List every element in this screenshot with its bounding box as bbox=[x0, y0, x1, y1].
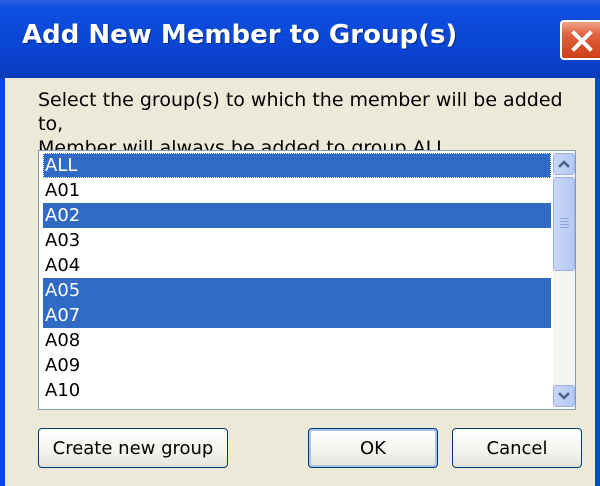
group-list-item[interactable]: A05 bbox=[43, 278, 551, 303]
title-bar[interactable]: Add New Member to Group(s) bbox=[0, 0, 600, 78]
scroll-down-button[interactable] bbox=[553, 385, 575, 407]
chevron-up-icon bbox=[558, 160, 570, 168]
scroll-thumb[interactable] bbox=[553, 177, 575, 271]
close-button[interactable] bbox=[560, 20, 600, 60]
group-list-item[interactable]: A10 bbox=[43, 378, 551, 403]
cancel-button[interactable]: Cancel bbox=[452, 428, 582, 468]
group-list-item[interactable]: A03 bbox=[43, 228, 551, 253]
group-list-item[interactable]: A04 bbox=[43, 253, 551, 278]
group-list-item[interactable]: A09 bbox=[43, 353, 551, 378]
close-icon bbox=[571, 30, 593, 52]
group-list-item[interactable]: A08 bbox=[43, 328, 551, 353]
thumb-grip-line bbox=[560, 227, 569, 228]
thumb-grip-line bbox=[560, 218, 569, 219]
window-border-right bbox=[595, 78, 600, 486]
group-list[interactable]: ALL A01 A02 A03 A04 A05 A07 A08 A09 A10 bbox=[43, 153, 551, 403]
group-list-item[interactable]: A01 bbox=[43, 178, 551, 203]
create-new-group-button[interactable]: Create new group bbox=[38, 428, 228, 468]
group-listbox[interactable]: ALL A01 A02 A03 A04 A05 A07 A08 A09 A10 bbox=[38, 150, 576, 410]
chevron-down-icon bbox=[558, 392, 570, 400]
instruction-line-1: Select the group(s) to which the member … bbox=[38, 89, 563, 135]
vertical-scrollbar[interactable] bbox=[553, 153, 575, 407]
group-list-item[interactable]: ALL bbox=[43, 153, 551, 178]
group-list-item[interactable]: A07 bbox=[43, 303, 551, 328]
ok-button[interactable]: OK bbox=[308, 428, 438, 468]
window-title: Add New Member to Group(s) bbox=[22, 20, 458, 50]
scroll-up-button[interactable] bbox=[553, 153, 575, 175]
thumb-grip-line bbox=[560, 224, 569, 225]
thumb-grip-line bbox=[560, 221, 569, 222]
group-list-item[interactable]: A02 bbox=[43, 203, 551, 228]
window-border-left bbox=[0, 78, 5, 486]
